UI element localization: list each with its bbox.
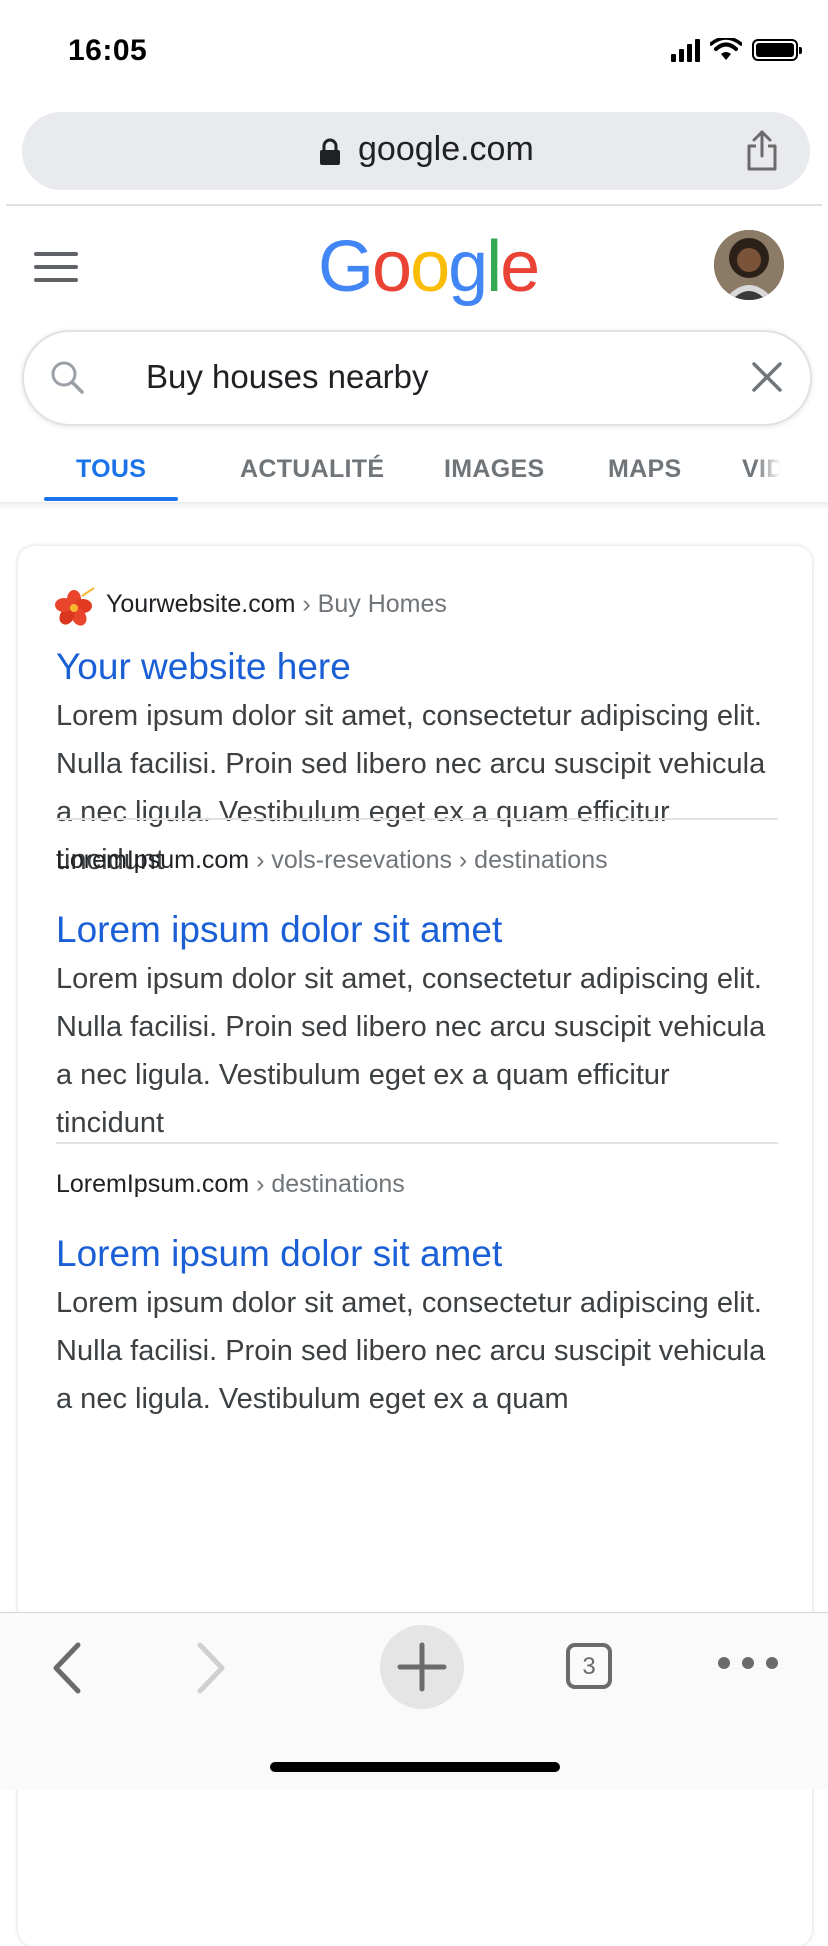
result-divider	[56, 818, 778, 820]
search-query: Buy houses nearby	[146, 358, 429, 395]
logo-letter: g	[448, 227, 488, 307]
logo-letter: o	[410, 227, 450, 307]
result-title-link[interactable]: Lorem ipsum dolor sit amet	[56, 1233, 776, 1275]
hibiscus-favicon-icon	[55, 587, 95, 626]
plus-icon	[397, 1642, 447, 1692]
lock-icon	[320, 138, 340, 165]
logo-letter: e	[500, 227, 540, 307]
wifi-icon	[710, 38, 742, 60]
battery-icon	[752, 39, 802, 61]
tab-images[interactable]: IMAGES	[444, 455, 544, 484]
logo-letter: G	[318, 227, 374, 307]
status-bar: 16:05	[0, 0, 828, 100]
active-tab-indicator	[44, 497, 178, 501]
list-item: LoremIpsum.com › vols-resevations › dest…	[56, 846, 776, 1147]
url-text: google.com	[358, 130, 534, 168]
result-snippet: Lorem ipsum dolor sit amet, consectetur …	[56, 1287, 766, 1415]
result-site: LoremIpsum.com	[56, 846, 250, 874]
result-site: LoremIpsum.com	[56, 1170, 250, 1198]
home-indicator	[270, 1762, 560, 1772]
result-breadcrumb[interactable]: LoremIpsum.com › vols-resevations › dest…	[56, 846, 776, 875]
tab-tous[interactable]: TOUS	[76, 455, 146, 484]
forward-icon[interactable]	[190, 1639, 230, 1697]
list-item: LoremIpsum.com › destinations Lorem ipsu…	[56, 1170, 776, 1423]
result-breadcrumb[interactable]: LoremIpsum.com › destinations	[56, 1170, 776, 1199]
search-input[interactable]: Buy houses nearby	[22, 330, 812, 426]
result-1-breadcrumb[interactable]: Yourwebsite.com › Buy Homes	[106, 590, 826, 619]
hamburger-menu-icon[interactable]	[34, 252, 78, 282]
logo-letter: l	[486, 227, 502, 307]
logo-letter: o	[372, 227, 412, 307]
tab-videos[interactable]: VID	[742, 455, 785, 484]
tab-switcher-button[interactable]: 3	[566, 1643, 612, 1689]
result-path: › Buy Homes	[295, 590, 447, 618]
google-logo: Google	[318, 226, 540, 308]
address-bar[interactable]: google.com	[22, 112, 810, 190]
new-tab-button[interactable]	[380, 1625, 464, 1709]
status-time: 16:05	[68, 34, 148, 67]
avatar[interactable]	[714, 230, 784, 300]
cellular-signal-icon	[671, 38, 700, 62]
result-snippet: Lorem ipsum dolor sit amet, consectetur …	[56, 963, 766, 1139]
share-icon[interactable]	[744, 128, 780, 172]
search-icon	[51, 361, 84, 394]
tab-actualite[interactable]: ACTUALITÉ	[240, 455, 384, 484]
back-icon[interactable]	[48, 1639, 88, 1697]
result-path: › destinations	[249, 1170, 405, 1198]
close-icon[interactable]	[746, 356, 788, 398]
more-options-icon[interactable]	[716, 1653, 780, 1673]
result-divider	[56, 1142, 778, 1144]
tab-maps[interactable]: MAPS	[608, 455, 681, 484]
result-title-link[interactable]: Your website here	[56, 646, 776, 688]
address-divider	[6, 204, 822, 206]
result-title-link[interactable]: Lorem ipsum dolor sit amet	[56, 909, 776, 951]
result-path: › vols-resevations › destinations	[249, 846, 608, 874]
status-icons	[671, 38, 802, 62]
result-site: Yourwebsite.com	[106, 590, 296, 618]
tabs-shadow	[0, 502, 828, 510]
